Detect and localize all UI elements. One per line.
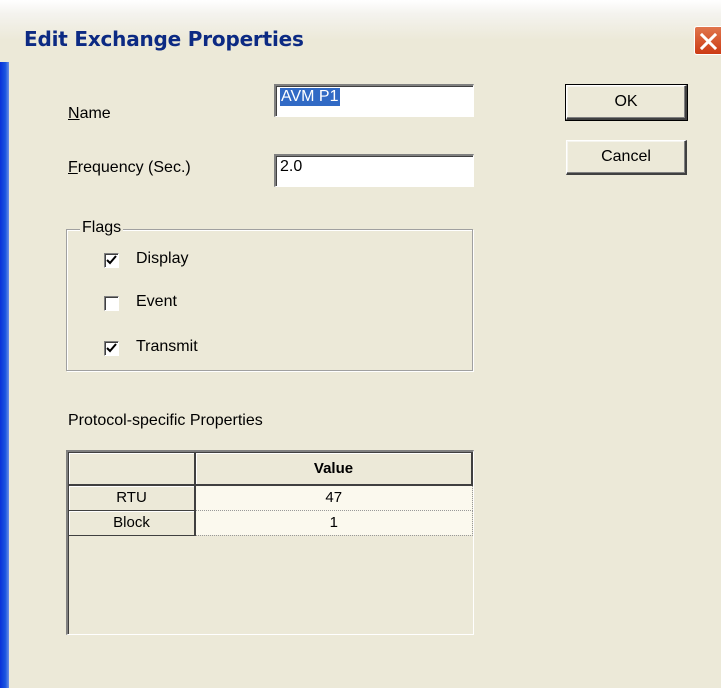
name-input-value: AVM P1 xyxy=(280,88,340,106)
frequency-input-value: 2.0 xyxy=(280,158,303,175)
name-input[interactable]: AVM P1 xyxy=(274,84,474,117)
flags-group xyxy=(66,229,473,371)
properties-table: Value RTU 47 Block 1 xyxy=(69,453,473,536)
row-header-rtu[interactable]: RTU xyxy=(69,485,196,511)
name-label-accelerator: N xyxy=(68,105,80,122)
edit-exchange-properties-dialog: Edit Exchange Properties Name AVM P1 Fre… xyxy=(0,0,721,688)
event-checkbox-box[interactable] xyxy=(104,296,119,311)
ok-button[interactable]: OK xyxy=(565,84,688,121)
title-bar[interactable]: Edit Exchange Properties xyxy=(0,0,721,62)
frequency-label-text: requency (Sec.) xyxy=(77,159,191,176)
transmit-checkbox-label: Transmit xyxy=(136,338,198,355)
name-label: Name xyxy=(68,105,111,123)
protocol-properties-heading: Protocol-specific Properties xyxy=(68,412,263,429)
protocol-properties-grid[interactable]: Value RTU 47 Block 1 xyxy=(66,450,474,635)
display-checkbox-box[interactable] xyxy=(104,253,119,268)
flags-legend: Flags xyxy=(80,219,124,237)
transmit-checkbox-box[interactable] xyxy=(104,341,119,356)
display-checkbox-label: Display xyxy=(136,250,189,267)
cell-rtu-value[interactable]: 47 xyxy=(195,485,473,511)
table-row[interactable]: RTU 47 xyxy=(69,485,473,511)
name-label-text: ame xyxy=(79,105,111,122)
window-left-edge xyxy=(0,0,9,688)
cell-block-value[interactable]: 1 xyxy=(195,510,473,536)
event-checkbox-label: Event xyxy=(136,293,177,310)
column-header-value[interactable]: Value xyxy=(195,453,473,486)
frequency-label: Frequency (Sec.) xyxy=(68,159,191,177)
frequency-label-accelerator: F xyxy=(68,159,78,176)
close-button[interactable] xyxy=(694,26,721,55)
table-row[interactable]: Block 1 xyxy=(69,510,473,536)
window-title: Edit Exchange Properties xyxy=(24,27,304,51)
row-header-block[interactable]: Block xyxy=(69,510,196,536)
table-header-row: Value xyxy=(69,453,473,486)
frequency-input[interactable]: 2.0 xyxy=(274,154,474,187)
checkmark-icon xyxy=(106,343,117,353)
column-header-name[interactable] xyxy=(69,453,196,486)
close-icon xyxy=(700,33,717,50)
checkmark-icon xyxy=(106,255,117,265)
cancel-button[interactable]: Cancel xyxy=(566,140,687,175)
